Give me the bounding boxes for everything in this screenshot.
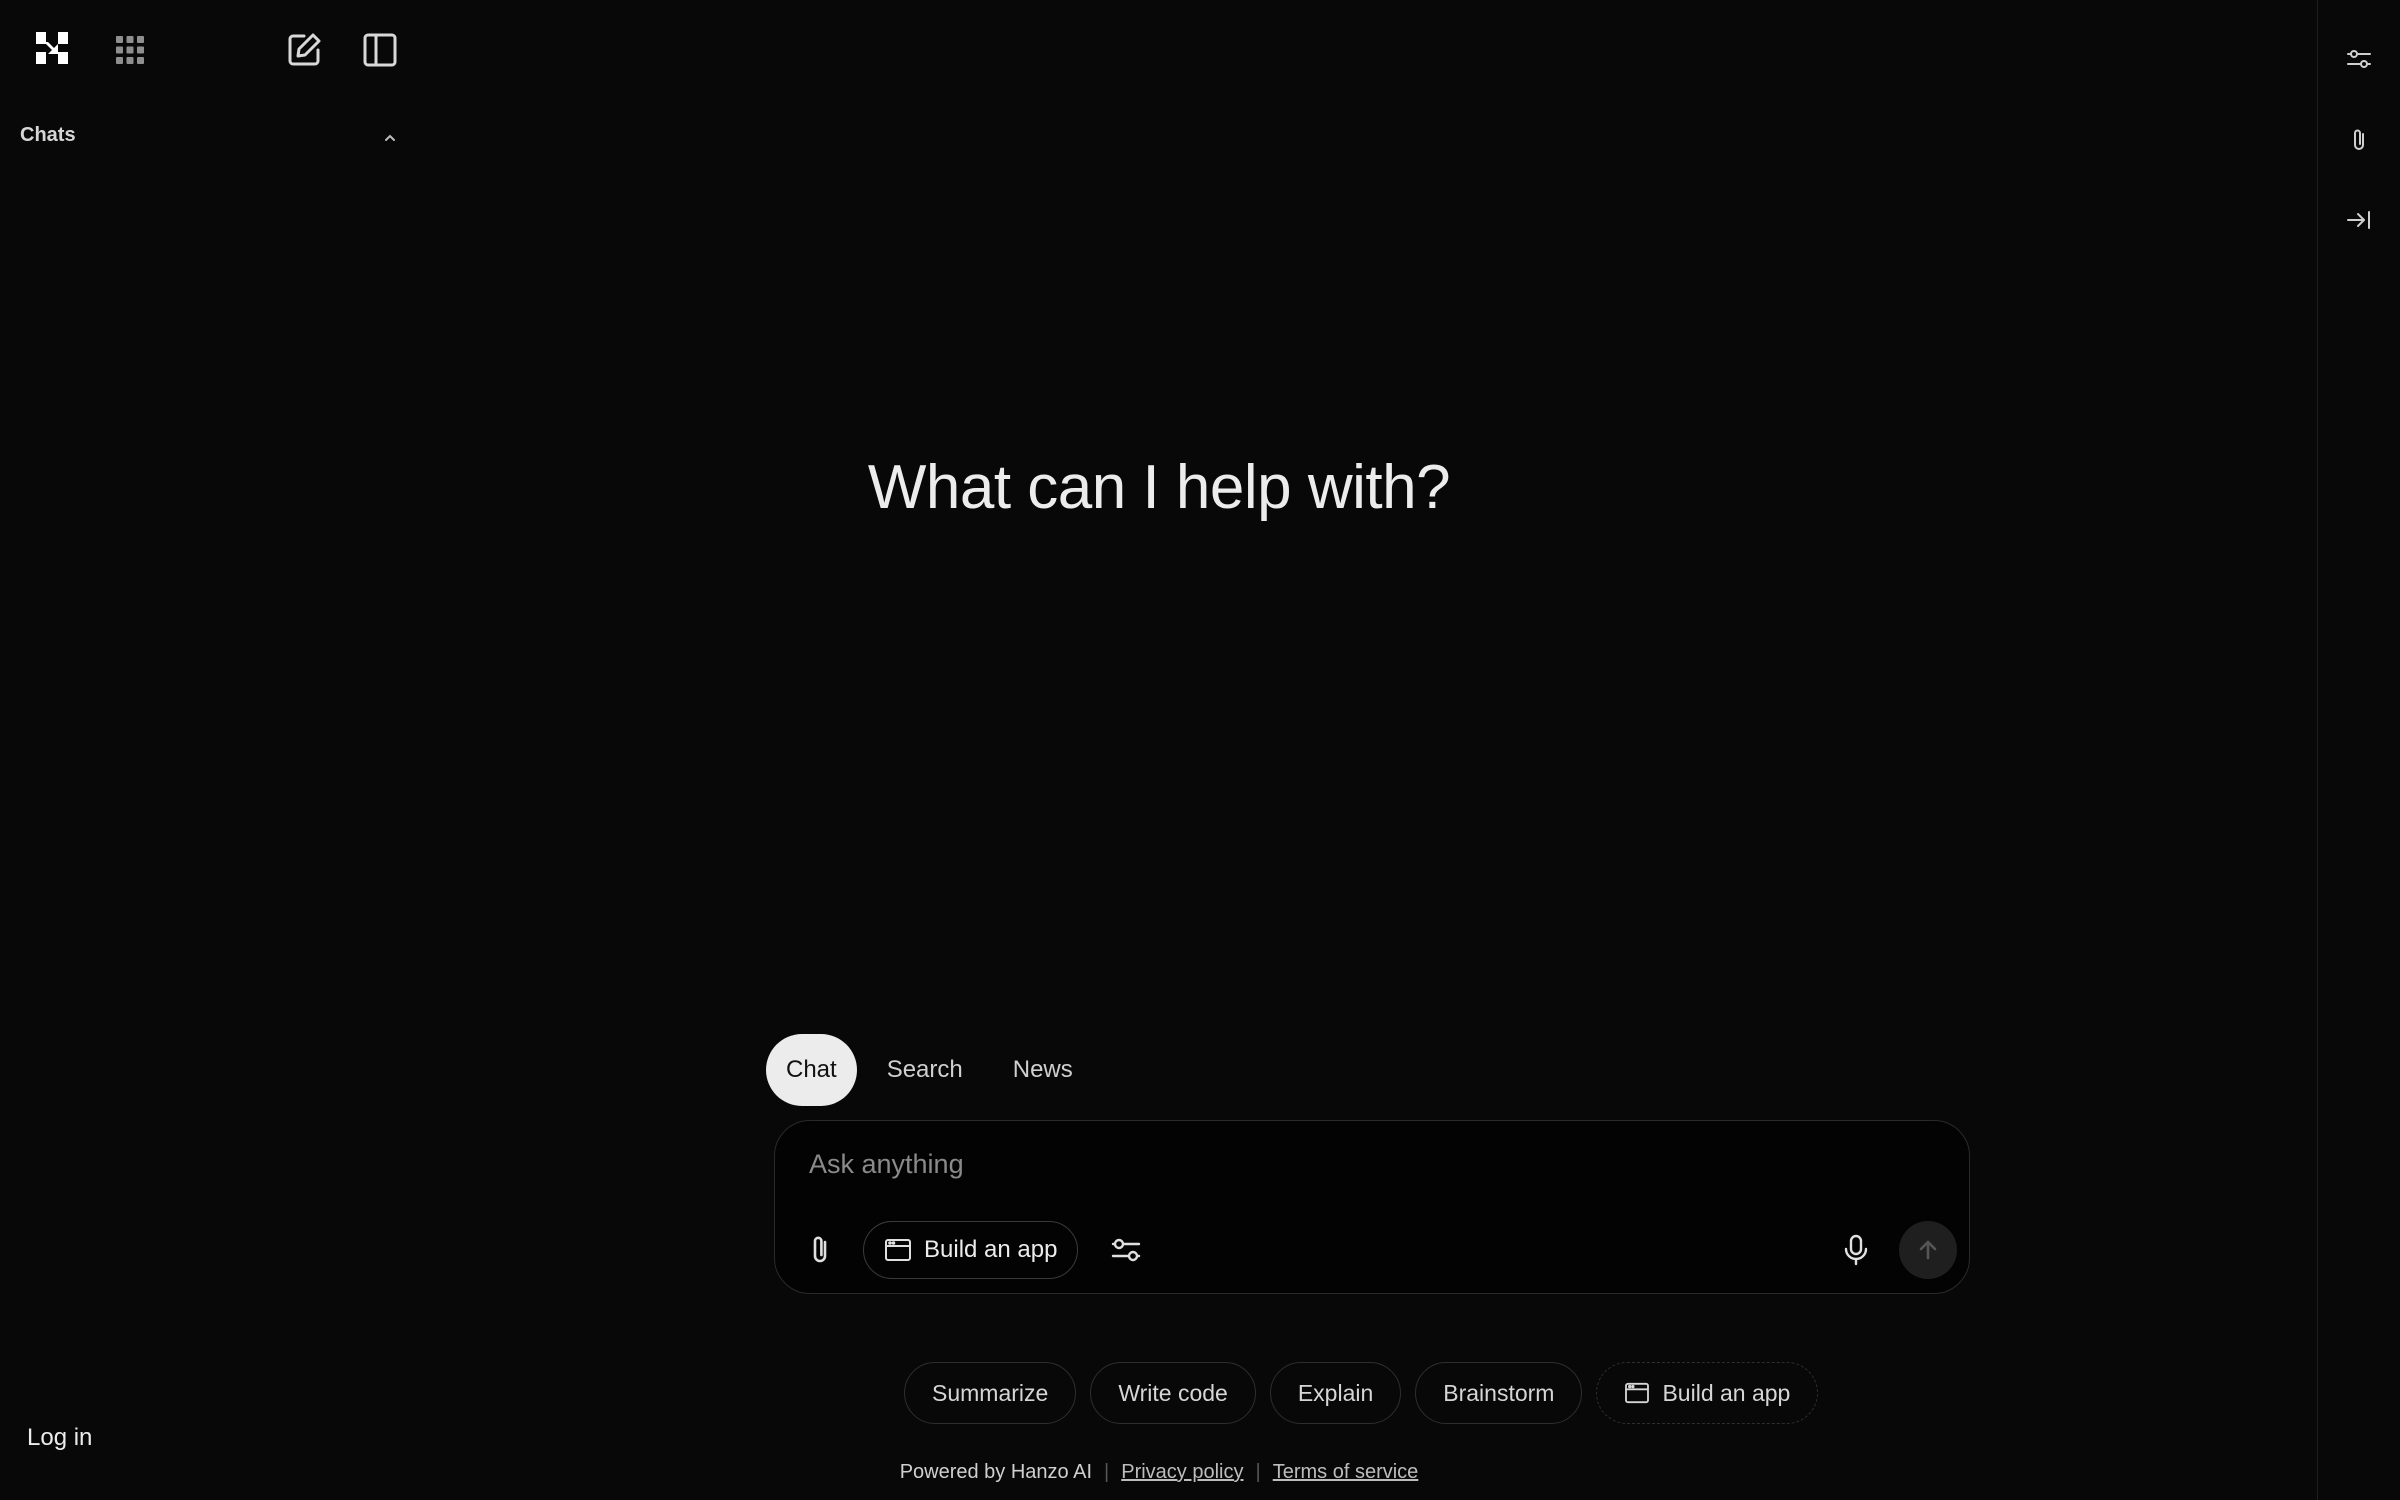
mode-tabs: Chat Search News (766, 1034, 1093, 1106)
powered-by-text: Powered by Hanzo AI (899, 1461, 1093, 1483)
footer: Powered by Hanzo AI | Privacy policy | T… (0, 1461, 2318, 1484)
suggestion-explain[interactable]: Explain (1269, 1362, 1402, 1424)
browser-window-icon (884, 1238, 912, 1262)
suggestion-build-app-label: Build an app (1662, 1379, 1791, 1406)
settings-sliders-icon[interactable] (2344, 44, 2374, 74)
terms-of-service-link[interactable]: Terms of service (1273, 1461, 1419, 1484)
page-headline: What can I help with? (867, 453, 1451, 522)
logo-icon[interactable] (34, 30, 70, 66)
new-chat-icon[interactable] (284, 30, 324, 70)
attach-icon[interactable] (801, 1231, 839, 1269)
sidebar-toggle-icon[interactable] (360, 30, 400, 70)
browser-window-icon (1624, 1382, 1650, 1404)
tab-search[interactable]: Search (867, 1034, 983, 1106)
composer: Build an app (774, 1120, 1970, 1294)
privacy-policy-link[interactable]: Privacy policy (1121, 1461, 1243, 1484)
apps-grid-icon[interactable] (112, 32, 148, 68)
suggestion-build-app[interactable]: Build an app (1596, 1362, 1819, 1424)
send-button[interactable] (1899, 1221, 1957, 1279)
arrow-up-icon (1915, 1237, 1941, 1263)
footer-separator: | (1104, 1461, 1110, 1483)
tools-sliders-icon[interactable] (1107, 1231, 1145, 1269)
right-rail (2317, 0, 2400, 1500)
tab-news[interactable]: News (993, 1034, 1093, 1106)
chats-section-title[interactable]: Chats (20, 124, 76, 147)
tab-chat[interactable]: Chat (766, 1034, 857, 1106)
build-app-label: Build an app (924, 1236, 1058, 1263)
chevron-up-icon[interactable] (380, 128, 400, 148)
suggestion-brainstorm[interactable]: Brainstorm (1415, 1362, 1583, 1424)
prompt-input[interactable] (807, 1143, 1711, 1185)
suggestion-chips: Summarize Write code Explain Brainstorm … (904, 1362, 1819, 1424)
build-app-button[interactable]: Build an app (863, 1221, 1079, 1279)
microphone-icon[interactable] (1837, 1231, 1875, 1269)
paperclip-icon[interactable] (2344, 125, 2374, 155)
sidebar: Chats Log in (0, 0, 420, 1500)
suggestion-write-code[interactable]: Write code (1090, 1362, 1256, 1424)
login-link[interactable]: Log in (27, 1424, 92, 1452)
footer-separator: | (1255, 1461, 1261, 1483)
collapse-right-icon[interactable] (2344, 205, 2374, 235)
suggestion-summarize[interactable]: Summarize (904, 1362, 1077, 1424)
